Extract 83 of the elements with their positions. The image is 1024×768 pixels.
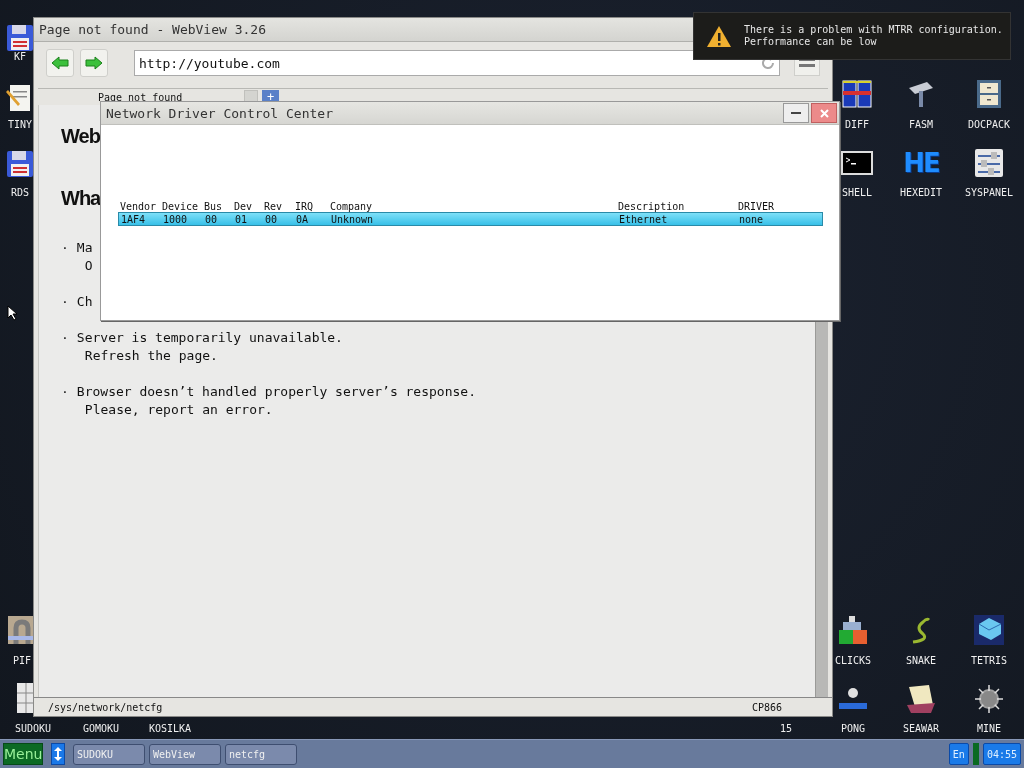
- table-cell-text: 01: [235, 213, 249, 225]
- table-cell-text: 00: [265, 213, 279, 225]
- icon-label[interactable]: MINE: [976, 723, 1002, 735]
- minimize-icon: [791, 111, 801, 115]
- page-text: Server is temporarily unavailable.: [76, 329, 343, 347]
- page-heading: Web: [61, 124, 100, 149]
- switch-button[interactable]: [51, 743, 65, 765]
- column-header: DRIVER: [738, 201, 776, 212]
- table-cell-text: 0A: [296, 213, 310, 225]
- page-text: Ma: [76, 239, 93, 257]
- icon-label[interactable]: KF: [13, 51, 26, 63]
- cursor-icon: [7, 305, 18, 321]
- table-cell-text: 1000: [163, 213, 189, 225]
- floppy-icon: [4, 22, 36, 54]
- icon-label[interactable]: SYSPANEL: [964, 187, 1014, 199]
- icon-label[interactable]: KOSILKA: [148, 723, 192, 735]
- warning-icon: [706, 24, 732, 48]
- icon-label[interactable]: PIF: [12, 655, 32, 667]
- page-text: Ch: [76, 293, 93, 311]
- bullet: ·: [61, 383, 69, 401]
- minimize-button[interactable]: [783, 103, 809, 123]
- table-cell-text: 1AF4: [121, 213, 147, 225]
- page-text: Browser doesn’t handled properly server’s response.: [76, 383, 476, 401]
- close-button[interactable]: [811, 103, 837, 123]
- column-header: Vendor: [120, 201, 158, 212]
- mine-icon: [973, 683, 1005, 715]
- icon-label[interactable]: GOMOKU: [82, 723, 120, 735]
- clock[interactable]: 04:55: [982, 743, 1021, 765]
- column-header: Company: [330, 201, 374, 212]
- page-text: O: [83, 257, 93, 275]
- column-header: Rev: [264, 201, 284, 212]
- back-button[interactable]: [46, 49, 74, 77]
- back-arrow-icon: [51, 56, 69, 70]
- icon-label[interactable]: HEXEDIT: [899, 187, 943, 199]
- notification-text: Performance can be low: [744, 36, 878, 48]
- table-cell-text: none: [739, 213, 765, 225]
- dialog-title: Network Driver Control Center: [106, 105, 334, 121]
- blocks-icon: [837, 614, 869, 646]
- close-icon: [819, 108, 829, 118]
- table-cell-text: 00: [205, 213, 219, 225]
- icon-label[interactable]: FASM: [908, 119, 934, 131]
- forward-button[interactable]: [80, 49, 108, 77]
- device-row[interactable]: 1AF4 1000 00 01 00 0A Unknown Ethernet none: [118, 212, 823, 226]
- column-header: Device: [162, 201, 200, 212]
- icon-label[interactable]: DIFF: [844, 119, 870, 131]
- floppy-icon: [4, 148, 36, 180]
- language-button[interactable]: En: [948, 743, 969, 765]
- notification-text: There is a problem with MTRR configuration.: [744, 24, 1003, 36]
- page-text: Refresh the page.: [83, 347, 218, 365]
- table-cell-text: Unknown: [331, 213, 375, 225]
- column-header: Description: [618, 201, 686, 212]
- column-header: Dev: [234, 201, 254, 212]
- bullet: ·: [61, 293, 69, 311]
- icon-label[interactable]: TETRIS: [970, 655, 1008, 667]
- indicator: [972, 743, 979, 765]
- status-encoding: CP866: [751, 701, 782, 713]
- menu-button[interactable]: Menu: [3, 743, 43, 765]
- address-field[interactable]: http://youtube.com: [134, 50, 780, 76]
- icon-label[interactable]: SNAKE: [905, 655, 937, 667]
- ship-icon: [905, 683, 937, 715]
- page-text: Please, report an error.: [83, 401, 273, 419]
- icon-label[interactable]: DOCPACK: [967, 119, 1011, 131]
- updown-arrow-icon: [54, 747, 62, 761]
- icon-label[interactable]: SEAWAR: [902, 723, 940, 735]
- icon-label[interactable]: CLICKS: [834, 655, 872, 667]
- icon-label[interactable]: PONG: [840, 723, 866, 735]
- cube-icon: [973, 614, 1005, 646]
- column-header: Bus: [204, 201, 224, 212]
- icon-label[interactable]: TINY: [7, 119, 33, 131]
- page-heading: Wha: [61, 186, 101, 211]
- icon-label[interactable]: SUDOKU: [14, 723, 52, 735]
- hexedit-logo: HE: [903, 148, 939, 178]
- sliders-icon: [973, 147, 1005, 179]
- icon-label[interactable]: RDS: [10, 187, 30, 199]
- icon-label[interactable]: SHELL: [841, 187, 873, 199]
- bullet: ·: [61, 239, 69, 257]
- status-path: /sys/network/netcfg: [48, 701, 163, 713]
- table-cell-text: Ethernet: [619, 213, 669, 225]
- column-header: IRQ: [295, 201, 315, 212]
- forward-arrow-icon: [85, 56, 103, 70]
- window-title: Page not found - WebView 3.26: [39, 22, 266, 37]
- bullet: ·: [61, 329, 69, 347]
- icon-label[interactable]: 15: [779, 723, 792, 735]
